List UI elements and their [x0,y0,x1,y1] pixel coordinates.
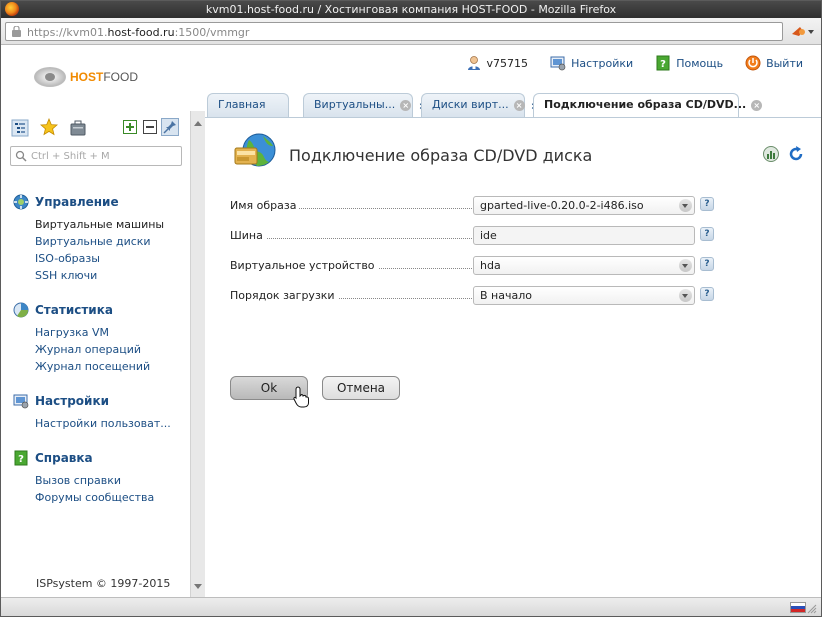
virtual-device-label: Виртуальное устройство [230,259,378,272]
bus-field[interactable]: ide [473,226,695,245]
boot-order-select[interactable]: В начало [473,286,695,305]
scroll-up-arrow-icon[interactable] [194,121,202,126]
section-statistics-header[interactable]: Статистика [13,301,150,319]
chevron-down-icon[interactable] [679,259,692,272]
pin-icon[interactable] [161,118,179,136]
close-icon[interactable]: × [751,99,763,111]
bus-label: Шина [230,229,266,242]
user-icon [467,56,480,70]
sidebar-item-virtual-machines[interactable]: Виртуальные машины [35,216,164,233]
sidebar-item-iso-images[interactable]: ISO-образы [35,250,164,267]
page-title: Подключение образа CD/DVD диска [289,146,593,165]
sidebar-item-visits-log[interactable]: Журнал посещений [35,358,150,375]
virtual-device-select[interactable]: hda [473,256,695,275]
status-bar [1,597,821,616]
tree-icon[interactable] [11,119,29,137]
tab-attach-iso[interactable]: Подключение образа CD/DVD... × [533,93,763,118]
form-panel: Подключение образа CD/DVD диска Имя обра… [205,117,821,597]
tab-virtual-disks[interactable]: Диски вирт...× › [421,93,536,117]
help-icon[interactable]: ? [700,227,714,241]
svg-text:?: ? [660,59,666,70]
user-link[interactable]: v75715 [466,54,528,72]
svg-text:?: ? [18,454,24,465]
address-bar[interactable]: https://kvm01.host-food.ru:1500/vmmgr [5,22,783,41]
tab-home[interactable]: Главная [207,93,289,117]
sidebar-item-vm-load[interactable]: Нагрузка VM [35,324,150,341]
logo-mark-icon [34,67,66,87]
section-statistics: Статистика Нагрузка VM Журнал операций Ж… [13,301,150,375]
monitor-icon [13,394,29,409]
top-links: v75715 Настройки ? Помощь Выйти [444,54,803,72]
expand-icon[interactable] [123,120,137,134]
scroll-down-arrow-icon[interactable] [194,584,202,589]
section-settings-header[interactable]: Настройки [13,392,171,410]
lock-icon [12,26,21,37]
section-settings: Настройки Настройки пользоват... [13,392,171,432]
refresh-icon[interactable] [787,145,805,163]
sidebar: Управление Виртуальные машины Виртуальны… [1,111,190,597]
window-title: kvm01.host-food.ru / Хостинговая компани… [205,3,617,16]
flag-ru-icon[interactable] [790,602,806,613]
boot-order-label: Порядок загрузки [230,289,338,302]
section-management-header[interactable]: Управление [13,193,164,211]
settings-link[interactable]: Настройки [550,54,633,72]
resize-grip-icon[interactable] [807,604,817,614]
section-management: Управление Виртуальные машины Виртуальны… [13,193,164,284]
url-text: https://kvm01.host-food.ru:1500/vmmgr [27,26,250,39]
chart-icon [13,302,29,318]
star-icon[interactable] [40,118,58,136]
form-row-bus: Шина ide ? [230,226,720,246]
search-input[interactable] [31,149,179,163]
sidebar-item-ssh-keys[interactable]: SSH ключи [35,267,164,284]
settings-icon [550,56,566,71]
sidebar-search[interactable] [10,146,182,166]
copyright: ISPsystem © 1997-2015 [36,577,171,590]
title-bar: kvm01.host-food.ru / Хостинговая компани… [1,1,821,18]
mouse-cursor-icon [293,386,309,408]
cancel-button[interactable]: Отмена [322,376,400,400]
sidebar-item-virtual-disks[interactable]: Виртуальные диски [35,233,164,250]
form-row-virtual-device: Виртуальное устройство hda ? [230,256,720,276]
sidebar-item-operations-log[interactable]: Журнал операций [35,341,150,358]
close-icon[interactable]: × [513,99,525,111]
power-icon [745,55,761,71]
image-name-select[interactable]: gparted-live-0.20.0-2-i486.iso [473,196,695,215]
sidebar-item-community-forums[interactable]: Форумы сообщества [35,489,154,506]
sidebar-toolbar [11,118,181,138]
help-link[interactable]: ? Помощь [655,54,723,72]
tab-virtual-machines[interactable]: Виртуальны...× › [303,93,424,117]
section-help: ? Справка Вызов справки Форумы сообществ… [13,449,154,506]
help-icon[interactable]: ? [700,197,714,211]
logo-text: HOSTFOOD [70,70,139,84]
logout-link[interactable]: Выйти [745,54,803,72]
help-icon[interactable]: ? [700,287,714,301]
navigation-bar: https://kvm01.host-food.ru:1500/vmmgr [1,18,821,45]
close-icon[interactable]: × [400,99,412,111]
help-icon: ? [656,55,670,71]
leader-dots [230,238,472,239]
tab-strip: Главная Виртуальны...× › Диски вирт...× … [205,91,821,118]
help-icon[interactable]: ? [700,257,714,271]
browser-window: kvm01.host-food.ru / Хостинговая компани… [0,0,822,617]
gear-icon [13,194,29,210]
book-icon: ? [14,450,28,466]
sidebar-item-call-help[interactable]: Вызов справки [35,472,154,489]
addon-menu-icon[interactable] [789,22,817,41]
chevron-down-icon[interactable] [679,199,692,212]
collapse-icon[interactable] [143,120,157,134]
briefcase-icon[interactable] [69,119,87,137]
sidebar-item-user-settings[interactable]: Настройки пользоват... [35,415,171,432]
section-help-header[interactable]: ? Справка [13,449,154,467]
sidebar-scrollbar[interactable] [190,111,205,597]
search-icon [15,150,27,162]
hostfood-logo[interactable]: HOSTFOOD [34,65,144,89]
chevron-down-icon[interactable] [679,289,692,302]
form-row-boot-order: Порядок загрузки В начало ? [230,286,720,306]
globe-disk-icon [234,133,276,167]
page: HOSTFOOD v75715 Настройки ? Помощь Выйти… [1,45,821,597]
form-row-image-name: Имя образа gparted-live-0.20.0-2-i486.is… [230,196,720,216]
image-name-label: Имя образа [230,199,300,212]
chart-settings-icon[interactable] [762,145,780,163]
